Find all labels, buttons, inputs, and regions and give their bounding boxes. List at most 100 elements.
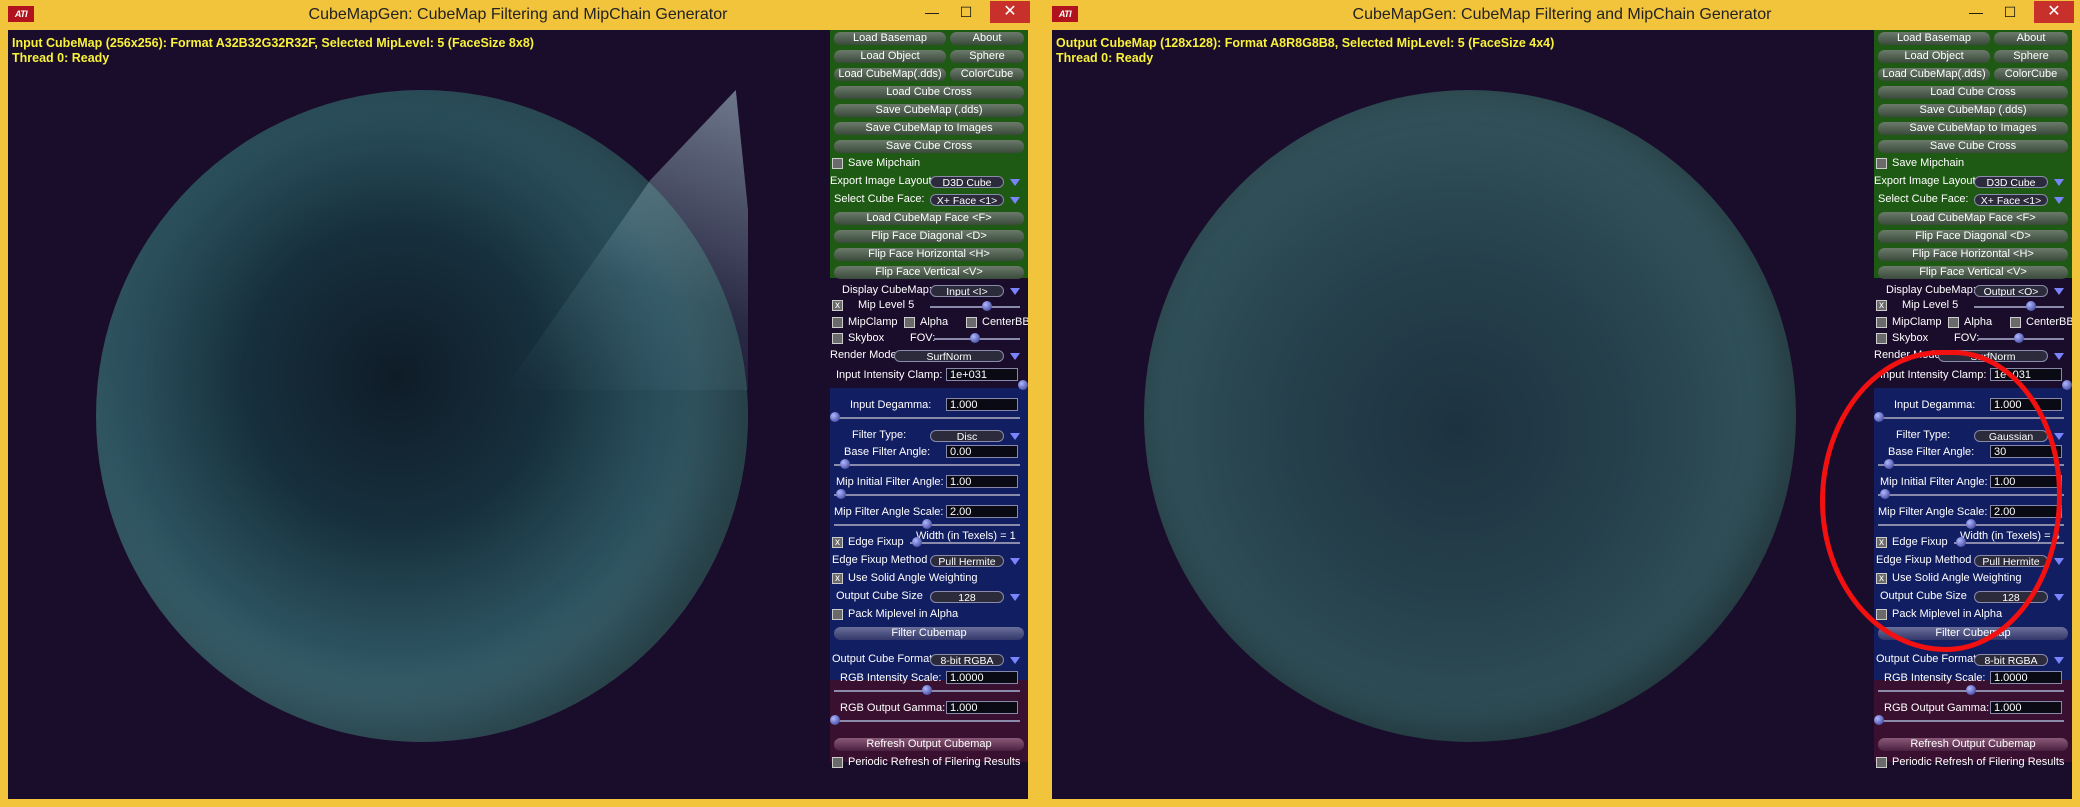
select-cube-face-dropdown[interactable]: X+ Face <1> xyxy=(1974,194,2048,206)
display-cubemap-dropdown[interactable]: Output <O> xyxy=(1974,285,2048,297)
base-filter-angle-slider[interactable] xyxy=(1878,464,2064,466)
sphere-preview[interactable] xyxy=(96,90,748,742)
about-button[interactable]: About xyxy=(950,32,1024,45)
save-mipchain-checkbox[interactable] xyxy=(1876,158,1887,169)
cubemap-viewport[interactable]: Input CubeMap (256x256): Format A32B32G3… xyxy=(8,30,830,799)
save-cubemap-dds-button[interactable]: Save CubeMap (.dds) xyxy=(834,104,1024,117)
refresh-output-cubemap-button[interactable]: Refresh Output Cubemap xyxy=(1878,738,2068,751)
mipclamp-checkbox[interactable] xyxy=(1876,317,1887,328)
save-cubemap-dds-button[interactable]: Save CubeMap (.dds) xyxy=(1878,104,2068,117)
load-cubemap-face-button[interactable]: Load CubeMap Face <F> xyxy=(834,212,1024,225)
rgb-output-gamma-slider-knob[interactable] xyxy=(1874,715,1884,725)
rgb-intensity-scale-slider-knob[interactable] xyxy=(922,685,932,695)
mip-filter-angle-scale-slider-knob[interactable] xyxy=(1966,519,1976,529)
save-cubemap-images-button[interactable]: Save CubeMap to Images xyxy=(1878,122,2068,135)
chevron-down-icon[interactable] xyxy=(1010,353,1020,360)
skybox-checkbox[interactable] xyxy=(1876,333,1887,344)
close-button[interactable]: ✕ xyxy=(2034,1,2074,23)
mip-filter-angle-scale-field[interactable]: 2.00 xyxy=(946,505,1018,518)
chevron-down-icon[interactable] xyxy=(1010,433,1020,440)
chevron-down-icon[interactable] xyxy=(2054,433,2064,440)
filter-type-dropdown[interactable]: Gaussian xyxy=(1974,430,2048,442)
mipclamp-checkbox[interactable] xyxy=(832,317,843,328)
mip-level-slider-knob[interactable] xyxy=(982,301,992,311)
chevron-down-icon[interactable] xyxy=(2054,657,2064,664)
about-button[interactable]: About xyxy=(1994,32,2068,45)
chevron-down-icon[interactable] xyxy=(1010,288,1020,295)
base-filter-angle-field[interactable]: 0.00 xyxy=(946,445,1018,458)
centerbb-checkbox[interactable] xyxy=(966,317,977,328)
fov-slider-knob[interactable] xyxy=(970,333,980,343)
rgb-output-gamma-slider[interactable] xyxy=(1878,720,2064,722)
select-cube-face-dropdown[interactable]: X+ Face <1> xyxy=(930,194,1004,206)
width-texels-slider-knob[interactable] xyxy=(1956,537,1966,547)
sphere-button[interactable]: Sphere xyxy=(1994,50,2068,63)
base-filter-angle-slider-knob[interactable] xyxy=(840,459,850,469)
use-solid-angle-weighting-checkbox[interactable]: x xyxy=(1876,573,1887,584)
chevron-down-icon[interactable] xyxy=(2054,558,2064,565)
colorcube-button[interactable]: ColorCube xyxy=(950,68,1024,81)
input-degamma-slider-knob[interactable] xyxy=(830,412,840,422)
mip-initial-filter-angle-field[interactable]: 1.00 xyxy=(1990,475,2062,488)
mip-level-checkbox[interactable]: x xyxy=(1876,300,1887,311)
alpha-checkbox[interactable] xyxy=(1948,317,1959,328)
input-intensity-clamp-field[interactable]: 1e+031 xyxy=(946,368,1018,381)
centerbb-checkbox[interactable] xyxy=(2010,317,2021,328)
maximize-button[interactable]: ☐ xyxy=(1994,1,2026,23)
edge-fixup-checkbox[interactable]: x xyxy=(832,537,843,548)
save-mipchain-checkbox[interactable] xyxy=(832,158,843,169)
load-cubemap-face-button[interactable]: Load CubeMap Face <F> xyxy=(1878,212,2068,225)
flip-face-horizontal-button[interactable]: Flip Face Horizontal <H> xyxy=(834,248,1024,261)
flip-face-diagonal-button[interactable]: Flip Face Diagonal <D> xyxy=(1878,230,2068,243)
chevron-down-icon[interactable] xyxy=(2054,353,2064,360)
input-degamma-field[interactable]: 1.000 xyxy=(946,398,1018,411)
output-cube-format-dropdown[interactable]: 8-bit RGBA xyxy=(1974,654,2048,666)
cubemap-viewport[interactable]: Output CubeMap (128x128): Format A8R8G8B… xyxy=(1052,30,1874,799)
chevron-down-icon[interactable] xyxy=(2054,179,2064,186)
edge-fixup-checkbox[interactable]: x xyxy=(1876,537,1887,548)
width-texels-slider[interactable] xyxy=(1954,542,2064,544)
flip-face-horizontal-button[interactable]: Flip Face Horizontal <H> xyxy=(1878,248,2068,261)
load-cube-cross-button[interactable]: Load Cube Cross xyxy=(834,86,1024,99)
load-object-button[interactable]: Load Object xyxy=(834,50,946,63)
minimize-button[interactable]: — xyxy=(1960,1,1992,23)
refresh-output-cubemap-button[interactable]: Refresh Output Cubemap xyxy=(834,738,1024,751)
pack-miplevel-checkbox[interactable] xyxy=(832,609,843,620)
load-object-button[interactable]: Load Object xyxy=(1878,50,1990,63)
pack-miplevel-checkbox[interactable] xyxy=(1876,609,1887,620)
input-degamma-slider-knob[interactable] xyxy=(1874,412,1884,422)
edge-fixup-method-dropdown[interactable]: Pull Hermite xyxy=(1974,555,2048,567)
chevron-down-icon[interactable] xyxy=(1010,197,1020,204)
chevron-down-icon[interactable] xyxy=(1010,594,1020,601)
width-texels-slider[interactable] xyxy=(910,542,1020,544)
title-bar[interactable]: ATI CubeMapGen: CubeMap Filtering and Mi… xyxy=(0,0,1036,30)
input-degamma-field[interactable]: 1.000 xyxy=(1990,398,2062,411)
output-cube-size-dropdown[interactable]: 128 xyxy=(930,591,1004,603)
minimize-button[interactable]: — xyxy=(916,1,948,23)
load-cube-cross-button[interactable]: Load Cube Cross xyxy=(1878,86,2068,99)
mip-filter-angle-scale-slider-knob[interactable] xyxy=(922,519,932,529)
mip-level-slider[interactable] xyxy=(930,306,1020,308)
chevron-down-icon[interactable] xyxy=(1010,558,1020,565)
output-cube-format-dropdown[interactable]: 8-bit RGBA xyxy=(930,654,1004,666)
mip-initial-filter-angle-slider-knob[interactable] xyxy=(1880,489,1890,499)
mip-level-slider-knob[interactable] xyxy=(2026,301,2036,311)
alpha-checkbox[interactable] xyxy=(904,317,915,328)
chevron-down-icon[interactable] xyxy=(1010,179,1020,186)
input-intensity-clamp-slider-knob[interactable] xyxy=(2062,380,2072,390)
mip-initial-filter-angle-slider-knob[interactable] xyxy=(836,489,846,499)
filter-cubemap-button[interactable]: Filter Cubemap xyxy=(834,627,1024,640)
mip-initial-filter-angle-slider[interactable] xyxy=(1878,494,2064,496)
flip-face-vertical-button[interactable]: Flip Face Vertical <V> xyxy=(1878,266,2068,279)
rgb-intensity-scale-slider-knob[interactable] xyxy=(1966,685,1976,695)
load-basemap-button[interactable]: Load Basemap xyxy=(834,32,946,45)
export-image-layout-dropdown[interactable]: D3D Cube xyxy=(1974,176,2048,188)
chevron-down-icon[interactable] xyxy=(1010,657,1020,664)
mip-filter-angle-scale-field[interactable]: 2.00 xyxy=(1990,505,2062,518)
save-cubemap-images-button[interactable]: Save CubeMap to Images xyxy=(834,122,1024,135)
periodic-refresh-checkbox[interactable] xyxy=(832,757,843,768)
rgb-output-gamma-field[interactable]: 1.000 xyxy=(946,701,1018,714)
mip-level-slider[interactable] xyxy=(1974,306,2064,308)
fov-slider-knob[interactable] xyxy=(2014,333,2024,343)
sphere-preview[interactable] xyxy=(1144,90,1796,742)
